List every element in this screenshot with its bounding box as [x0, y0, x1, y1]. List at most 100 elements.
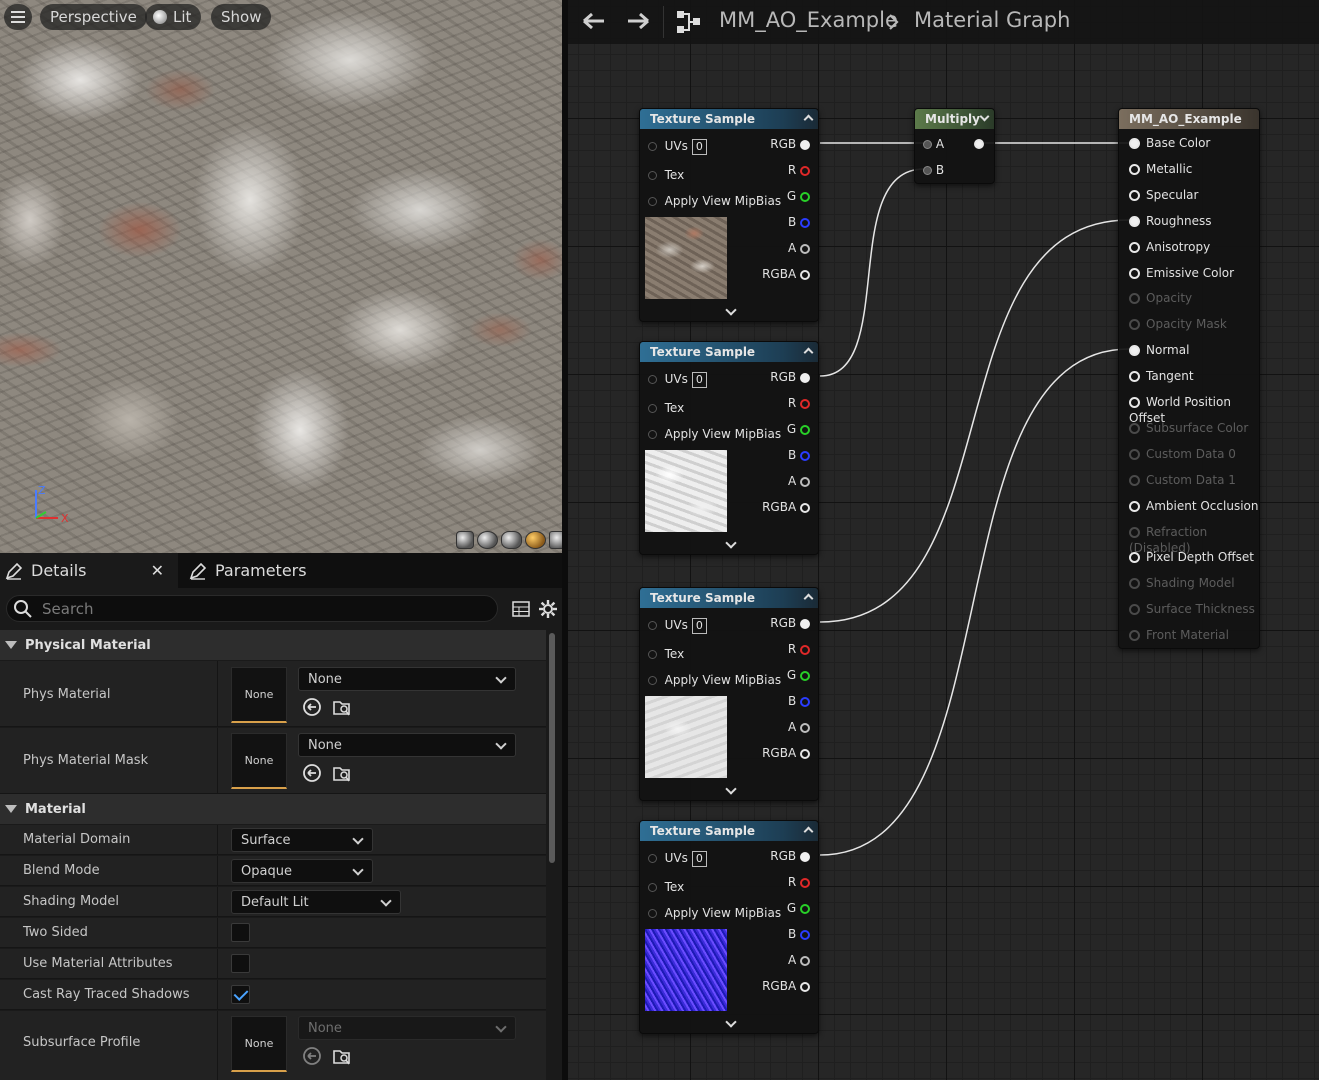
material-preview-viewport[interactable]: Perspective Lit Show Z X — [0, 0, 562, 553]
output-pin-a[interactable]: A — [788, 952, 810, 968]
texture-sample-node[interactable]: Texture Sample UVs 0 Tex Apply View MipBi… — [639, 341, 819, 555]
output-pin-icon[interactable] — [800, 929, 810, 940]
output-pin-icon[interactable] — [800, 243, 810, 254]
output-pin-icon[interactable] — [974, 139, 984, 149]
output-pin-rgb[interactable]: RGB — [770, 848, 810, 864]
tex-input[interactable]: Tex — [648, 400, 684, 416]
output-pin-icon[interactable] — [800, 696, 810, 707]
mipbias-input[interactable]: Apply View MipBias — [648, 193, 781, 209]
input-pin-icon[interactable] — [648, 197, 657, 206]
output-pin-r[interactable]: R — [788, 162, 810, 178]
uvs-input[interactable]: UVs 0 — [648, 138, 707, 155]
use-selected-icon[interactable] — [302, 697, 322, 717]
chevron-down-icon[interactable] — [725, 1016, 737, 1028]
asset-thumbnail[interactable]: None — [231, 733, 287, 789]
asset-picker-combo[interactable]: None — [298, 733, 516, 757]
output-pin-rgba[interactable]: RGBA — [762, 978, 810, 994]
material-graph-canvas[interactable]: MM_AO_Example Material Graph Texture Sam… — [568, 0, 1319, 1080]
output-pin-icon[interactable] — [800, 398, 810, 409]
output-pin-rgba[interactable]: RGBA — [762, 745, 810, 761]
output-pin-rgb[interactable]: RGB — [770, 615, 810, 631]
output-pin-icon[interactable] — [800, 955, 810, 966]
output-pin-r[interactable]: R — [788, 874, 810, 890]
input-pin-icon[interactable] — [1129, 552, 1140, 564]
cylinder-shape-button[interactable] — [456, 531, 474, 549]
asset-picker-combo[interactable]: None — [298, 1016, 516, 1040]
input-pin-icon[interactable] — [648, 676, 657, 685]
output-pin-rgba[interactable]: RGBA — [762, 499, 810, 515]
output-pin-icon[interactable] — [800, 476, 810, 487]
output-pin-a[interactable]: A — [788, 240, 810, 256]
perspective-button[interactable]: Perspective — [40, 4, 147, 30]
texture-sample-node[interactable]: Texture Sample UVs 0 Tex Apply View MipBi… — [639, 820, 819, 1034]
uvs-input[interactable]: UVs 0 — [648, 850, 707, 867]
material-input-metallic[interactable]: Metallic — [1129, 161, 1192, 177]
material-input-normal[interactable]: Normal — [1129, 342, 1189, 358]
input-pin-icon[interactable] — [648, 430, 657, 439]
output-pin-g[interactable]: G — [787, 421, 810, 437]
chevron-down-icon[interactable] — [725, 304, 737, 316]
close-icon[interactable]: ✕ — [151, 561, 164, 580]
multiply-input-b[interactable]: B — [923, 162, 944, 178]
output-pin-g[interactable]: G — [787, 900, 810, 916]
output-pin-icon[interactable] — [800, 670, 810, 681]
material-input-base-color[interactable]: Base Color — [1129, 135, 1210, 151]
multiply-node[interactable]: Multiply A B — [914, 108, 995, 184]
show-button[interactable]: Show — [211, 4, 272, 30]
output-pin-icon[interactable] — [800, 851, 810, 862]
input-pin-icon[interactable] — [648, 621, 657, 630]
chevron-up-icon[interactable] — [803, 114, 814, 125]
input-pin-icon[interactable] — [648, 142, 657, 151]
blend-mode-combo[interactable]: Opaque — [231, 859, 373, 883]
back-arrow-icon[interactable] — [582, 11, 606, 31]
mipbias-input[interactable]: Apply View MipBias — [648, 905, 781, 921]
input-pin-icon[interactable] — [1129, 241, 1140, 253]
texture-sample-node[interactable]: Texture Sample UVs 0 Tex Apply View MipBi… — [639, 587, 819, 801]
input-pin-icon[interactable] — [648, 854, 657, 863]
output-pin-a[interactable]: A — [788, 719, 810, 735]
material-input-tangent[interactable]: Tangent — [1129, 368, 1194, 384]
input-pin-icon[interactable] — [1129, 138, 1140, 149]
asset-thumbnail[interactable]: None — [231, 667, 287, 723]
tab-details[interactable]: Details ✕ — [0, 553, 178, 588]
table-view-icon[interactable] — [512, 601, 530, 617]
input-pin-icon[interactable] — [1129, 215, 1140, 227]
input-pin-icon[interactable] — [648, 883, 657, 892]
use-material-attributes-checkbox[interactable] — [231, 954, 250, 973]
uv-index-field[interactable]: 0 — [691, 372, 707, 388]
output-pin-icon[interactable] — [800, 217, 810, 228]
input-pin-icon[interactable] — [648, 404, 657, 413]
output-pin-icon[interactable] — [800, 618, 810, 629]
output-pin-b[interactable]: B — [788, 214, 810, 230]
output-pin-rgb[interactable]: RGB — [770, 136, 810, 152]
output-pin-r[interactable]: R — [788, 641, 810, 657]
input-pin-icon[interactable] — [648, 909, 657, 918]
details-scrollbar[interactable] — [549, 633, 555, 863]
output-pin-icon[interactable] — [800, 372, 810, 383]
multiply-input-a[interactable]: A — [923, 136, 944, 152]
material-result-node[interactable]: MM_AO_Example Base Color Metallic Specular… — [1118, 108, 1260, 649]
material-input-ambient-occlusion[interactable]: Ambient Occlusion — [1129, 498, 1258, 514]
material-input-roughness[interactable]: Roughness — [1129, 213, 1211, 229]
lit-button[interactable]: Lit — [145, 4, 202, 30]
asset-picker-combo[interactable]: None — [298, 667, 516, 691]
sphere-shape-button[interactable] — [477, 531, 498, 549]
cast-ray-traced-shadows-checkbox[interactable] — [231, 985, 250, 1004]
output-pin-icon[interactable] — [800, 981, 810, 992]
output-pin-g[interactable]: G — [787, 667, 810, 683]
output-pin-icon[interactable] — [800, 450, 810, 461]
chevron-down-icon[interactable] — [725, 537, 737, 549]
output-pin-rgba[interactable]: RGBA — [762, 266, 810, 282]
mipbias-input[interactable]: Apply View MipBias — [648, 426, 781, 442]
output-pin-icon[interactable] — [800, 502, 810, 513]
input-pin-icon[interactable] — [1129, 189, 1140, 201]
output-pin-icon[interactable] — [800, 722, 810, 733]
material-input-world-position-offset[interactable]: World Position Offset — [1129, 394, 1259, 425]
material-input-anisotropy[interactable]: Anisotropy — [1129, 239, 1210, 255]
output-pin-b[interactable]: B — [788, 926, 810, 942]
chevron-up-icon[interactable] — [803, 593, 814, 604]
output-pin-r[interactable]: R — [788, 395, 810, 411]
plane-shape-button[interactable] — [501, 531, 522, 549]
tex-input[interactable]: Tex — [648, 167, 684, 183]
uvs-input[interactable]: UVs 0 — [648, 371, 707, 388]
